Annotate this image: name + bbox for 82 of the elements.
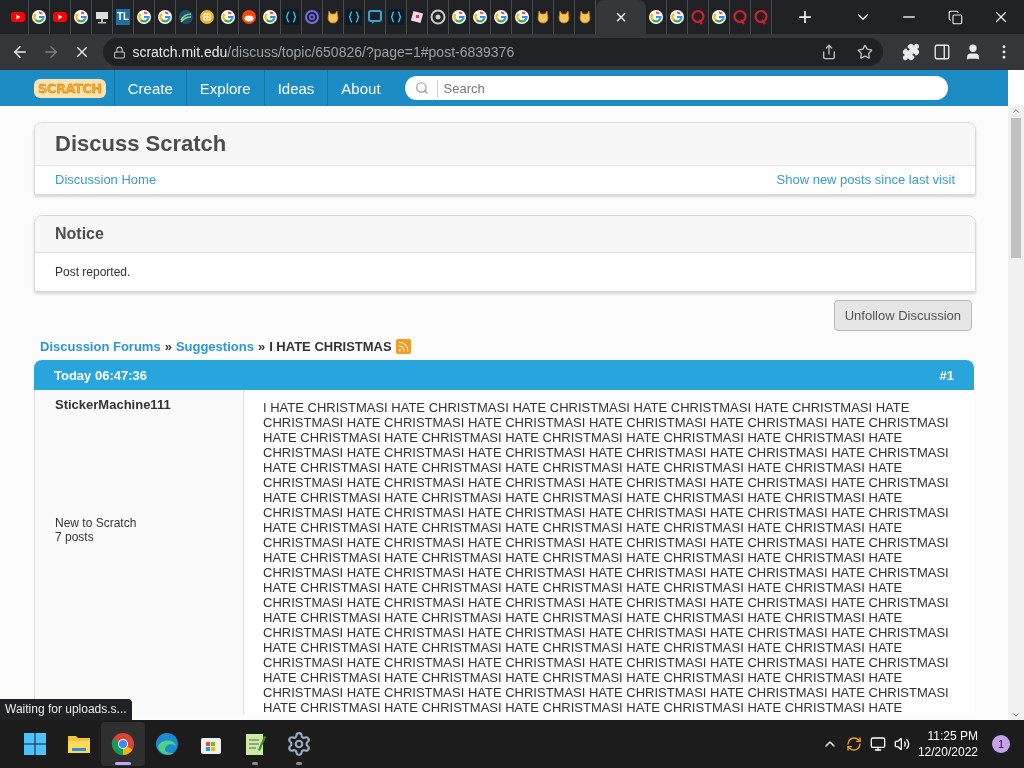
chrome-icon [430, 9, 446, 25]
notification-badge[interactable]: 1 [992, 735, 1010, 753]
post-time: Today 06:47:36 [54, 367, 147, 383]
address-bar[interactable]: scratch.mit.edu/discuss/topic/650826/?page=1#post-6839376 [103, 38, 884, 66]
status-text: Waiting for uploads.s... [0, 699, 132, 720]
topic-title: I HATE CHRISTMAS [269, 339, 392, 354]
sync-icon[interactable] [845, 736, 862, 752]
g-logo-icon [648, 9, 664, 25]
g-logo-icon [262, 9, 278, 25]
scroll-thumb[interactable] [1011, 118, 1021, 258]
url-text: scratch.mit.edu/discuss/topic/650826/?page=1#post-6839376 [132, 43, 516, 61]
network-icon[interactable] [869, 736, 886, 752]
edge-icon [154, 731, 180, 757]
post-count: 7 posts [55, 530, 95, 544]
post-number[interactable]: #1 [939, 367, 954, 383]
header-link[interactable]: Show new posts since last visit [776, 172, 955, 187]
cat-icon [535, 9, 551, 25]
close-tab-icon[interactable]: × [615, 5, 627, 29]
post-text: I HATE CHRISTMASI HATE CHRISTMASI HATE CHRISTMASI HATE CHRISTMASI HATE CHRISTMASI HATE CHRISTMASI HATE CHRISTMASI HATE CHRISTMASI HATE CHRISTMASI HATE CHRISTMASI HATE CHRISTMASI HATE CHRISTMASI HATE CHRISTMASI HATE CHRISTMASI HATE CHRISTMASI HATE CHRISTMASI HATE CHRISTMASI HATE CHRISTMASI HATE CHRISTMASI HATE CHRISTMASI HATE CHRISTMASI HATE CHRISTMASI HATE CHRISTMASI HATE CHRISTMASI HATE CHRISTMASI HATE CHRISTMASI HATE CHRISTMASI HATE CHRISTMASI HATE CHRISTMASI HATE CHRISTMASI HATE CHRISTMASI HATE CHRISTMASI HATE CHRISTMASI HATE CHRISTMASI HATE CHRISTMASI HATE CHRISTMASI HATE CHRISTMASI HATE CHRISTMASI HATE CHRISTMASI HATE CHRISTMASI HATE CHRISTMASI HATE CHRISTMASI HATE CHRISTMASI HATE CHRISTMASI HATE CHRISTMASI HATE CHRISTMASI HATE CHRISTMASI HATE CHRISTMASI HATE CHRISTMASI HATE CHRISTMASI HATE CHRISTMASI HATE CHRISTMASI HATE CHRISTMASI HATE CHRISTMASI HATE CHRISTMASI HATE CHRISTMASI HATE CHRISTMASI HATE CHRISTMASI HATE CHRISTMASI HATE CHRISTMASI HATE CHRISTMASI HATE CHRISTMASI HATE CHRISTMASI HATE CHRISTMASI HATE CHRISTMASI HATE CHRISTMASI HATE CHRISTMASI HATE CHRISTMASI HATE CHRISTMASI HATE CHRISTMASI HATE CHRISTMASI HATE CHRISTMASI HATE CHRISTMASI HATE CHRISTMASI HATE CHRISTMASI HATE CHRISTMASI HATE CHRISTMASI HATE CHRISTMASI HATE CHRISTMASI HATE CHRISTMASI HATE CHRISTMASI HATE CHRISTMASI HATE CHRISTMASI HATE CHRISTMASI HATE CHRISTMASI HATE CHRISTMASI HATE CHRISTMASI HATE CHRISTMASI HATE CHRISTMASI HATE CHRISTMASI HATE CHRISTMASI HATE CHRISTMASI HATE CHRISTMASI HATE CHRISTMASI HATE CHRISTMASI HATE CHRISTMASI HATE CHRISTMASI HATE CHRISTMASI HATE CHRISTMASI HATE CHRISTMASI HATE CHRISTMASI HATE CHRISTMASI HATE CHRISTMASI HATE CHRISTMASI HATE CHRISTMASI HATE CHRISTMASI HATE CHRISTMASI HATE CHRISTMASI HATE CHRISTMASI HATE CHRISTMASI HATE CHRISTMASI HATE CHRISTMASI HATE CHRISTMASI HATE CHRISTMASI HATE CHRISTMASI HATE [262, 399, 950, 715]
g-logo-icon [73, 9, 89, 25]
q-logo-icon [732, 9, 748, 25]
browser-tab[interactable] [281, 0, 302, 34]
browser-tab[interactable] [344, 0, 365, 34]
g-logo-icon [31, 9, 47, 25]
side-panel-icon[interactable] [933, 43, 952, 61]
braces-icon [388, 9, 404, 25]
author-rank: New to Scratch [55, 516, 138, 530]
chat-icon [367, 9, 383, 25]
g-logo-icon [711, 9, 727, 25]
g-logo-icon [136, 9, 152, 25]
video-icon [52, 9, 68, 25]
new-tab-button[interactable]: + [794, 3, 816, 31]
breadcrumb-separator: » [257, 339, 266, 354]
browser-tab[interactable] [386, 0, 407, 34]
favicon-text: TL [115, 9, 131, 25]
settings-icon [286, 731, 312, 757]
clock[interactable]: 11:25 PM 12/20/2022 [917, 728, 978, 760]
share-icon[interactable] [821, 44, 838, 60]
page-title: Discuss Scratch [55, 131, 228, 157]
search-field[interactable]: Search [403, 76, 948, 100]
breadcrumb-separator: » [164, 339, 172, 354]
g-logo-icon [472, 9, 488, 25]
chrome-icon [110, 731, 136, 757]
g-logo-icon [220, 9, 236, 25]
g-logo-icon [493, 9, 509, 25]
puzzle-icon[interactable] [902, 43, 920, 61]
notice-text: Post reported. [54, 264, 132, 281]
braces-icon [346, 9, 362, 25]
lock-icon [113, 45, 127, 59]
clock-date: 12/20/2022 [917, 744, 978, 760]
notice-title: Notice [55, 225, 105, 243]
author-name[interactable]: StickerMachine111 [55, 397, 223, 412]
scrollbar[interactable] [1008, 106, 1024, 720]
wave-icon [178, 9, 194, 25]
unfollow-button[interactable]: Unfollow Discussion [833, 300, 972, 331]
volume-icon[interactable] [893, 736, 910, 752]
video-icon [10, 9, 26, 25]
restore-icon[interactable] [947, 9, 963, 25]
taskbar-app[interactable] [101, 722, 145, 766]
browser-tab[interactable]: × [596, 0, 646, 34]
header-link[interactable]: Discussion Home [55, 172, 157, 187]
g-logo-icon [451, 9, 467, 25]
star-icon[interactable] [857, 44, 874, 60]
alien-icon [241, 9, 257, 25]
cat-icon [577, 9, 593, 25]
cat-icon [325, 9, 341, 25]
grid-icon [199, 9, 215, 25]
windows-icon [22, 731, 48, 757]
q-logo-icon [753, 9, 769, 25]
q-logo-icon [690, 9, 706, 25]
breadcrumb-link[interactable]: Discussion Forums [40, 339, 161, 354]
g-logo-icon [669, 9, 685, 25]
clock-time: 11:25 PM [927, 728, 978, 744]
search-icon [414, 81, 429, 95]
breadcrumb-link[interactable]: Suggestions [175, 339, 254, 354]
browser-tab[interactable]: TL [113, 0, 134, 34]
monitor-icon [94, 9, 110, 25]
ring-icon [304, 9, 320, 25]
braces-icon [283, 9, 299, 25]
g-logo-icon [157, 9, 173, 25]
g-logo-icon [514, 9, 530, 25]
cat-icon [556, 9, 572, 25]
